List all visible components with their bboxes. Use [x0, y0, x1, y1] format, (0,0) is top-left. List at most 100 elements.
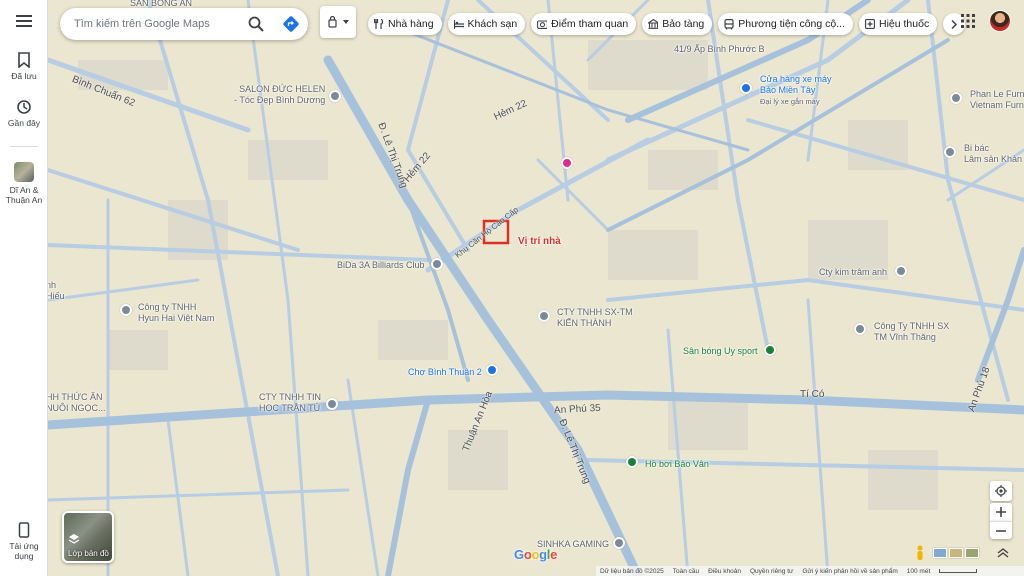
map-footer: Dữ liệu bản đồ ©2025 Toàn cầu Điều khoản… — [596, 566, 1024, 576]
global-link[interactable]: Toàn cầu — [673, 568, 699, 575]
map-pin[interactable] — [561, 157, 573, 169]
traffic-layer-thumb[interactable] — [949, 548, 963, 558]
poi-label[interactable]: Bi bác Lâm sản Khản — [964, 143, 1022, 165]
pegman-icon[interactable] — [915, 545, 925, 561]
chip-label: Khách sạn — [467, 18, 518, 30]
poi-label[interactable]: Cửa hàng xe máy Bảo Miền Tây — [760, 74, 832, 96]
museum-icon — [648, 19, 659, 29]
map-pin[interactable] — [613, 537, 625, 549]
bed-icon — [453, 19, 464, 29]
scale-text[interactable]: 100 mét — [907, 568, 931, 575]
recent-button[interactable]: Gần đây — [0, 99, 48, 128]
map-pin[interactable] — [740, 82, 752, 94]
google-logo: Google — [514, 547, 558, 562]
pharmacy-icon — [865, 19, 875, 29]
get-app-button[interactable]: Tải ứng dụng — [0, 522, 48, 561]
chevron-right-icon — [951, 19, 958, 29]
layers-button[interactable]: Lớp bản đồ — [62, 511, 114, 563]
hamburger-icon — [16, 15, 32, 27]
fork-knife-icon — [374, 19, 384, 29]
map-pin[interactable] — [895, 265, 907, 277]
scale-bar — [939, 569, 978, 573]
camera-icon — [537, 19, 548, 29]
chip-label: Hiệu thuốc — [879, 18, 930, 30]
directions-icon[interactable] — [282, 15, 300, 33]
map-pin[interactable] — [120, 304, 132, 316]
chip-label: Điểm tham quan — [551, 18, 629, 30]
poi-label[interactable]: Chợ Bình Thuận 2 — [408, 367, 482, 378]
poi-label[interactable]: CTY TNHH TIN HỌC TRẦN TÚ — [259, 392, 321, 414]
terms-link[interactable]: Điều khoản — [708, 568, 741, 575]
map-data-text[interactable]: Dữ liệu bản đồ ©2025 — [600, 568, 664, 575]
poi-label[interactable]: Phan Le Furn Vietnam Furn — [970, 89, 1024, 111]
map-pin[interactable] — [538, 310, 550, 322]
terrain-layer-thumb[interactable] — [933, 548, 947, 558]
road-label: Tí Có — [800, 389, 825, 400]
get-app-label: Tải ứng dụng — [9, 541, 39, 561]
plus-icon — [996, 507, 1006, 517]
apps-grid-icon[interactable] — [961, 14, 975, 28]
zoom-out-button[interactable] — [990, 521, 1012, 539]
poi-label[interactable]: BiDa 3A Billiards Club — [337, 260, 425, 271]
map-pin[interactable] — [854, 323, 866, 335]
search-icon[interactable] — [248, 16, 264, 32]
left-sidebar: Đã lưu Gần đây Dĩ An & Thuận An Tải ứng … — [0, 0, 48, 576]
map-pin[interactable] — [329, 90, 341, 102]
map-pin[interactable] — [944, 146, 956, 158]
privacy-link[interactable]: Quyền riêng tư — [750, 568, 793, 575]
transit-lock-icon — [327, 16, 337, 28]
poi-label[interactable]: Hồ bơi Bảo Vân — [645, 459, 709, 470]
recent-label: Gần đây — [7, 118, 41, 128]
map-pin[interactable] — [950, 92, 962, 104]
layers-label: Lớp bản đồ — [68, 549, 109, 558]
map-pin[interactable] — [326, 398, 338, 410]
marker-label[interactable]: Vị trí nhà — [518, 236, 561, 247]
saved-label: Đã lưu — [11, 71, 37, 81]
avatar[interactable] — [989, 10, 1011, 32]
chip-attractions[interactable]: Điểm tham quan — [531, 13, 637, 35]
chip-transit[interactable]: Phương tiện công cộ... — [718, 13, 853, 35]
chip-pharmacy[interactable]: Hiệu thuốc — [859, 13, 938, 35]
poi-label: nh Hiếu — [48, 280, 65, 301]
search-box — [60, 8, 308, 40]
recent-place-label: Dĩ An & Thuận An — [5, 185, 43, 205]
chip-museums[interactable]: Bảo tàng — [642, 13, 713, 35]
minus-icon — [996, 529, 1006, 532]
feedback-link[interactable]: Gửi ý kiến phản hồi về sản phẩm — [802, 568, 897, 575]
map-pin[interactable] — [764, 344, 776, 356]
bus-icon — [724, 18, 734, 29]
map-canvas[interactable]: Bình Chuẩn 62 Hẻm 22 Hẻm 22 Đ. Lê Thị Tr… — [48, 0, 1024, 576]
map-pin[interactable] — [486, 364, 498, 376]
poi-label: Đại lý xe gắn máy — [760, 97, 820, 106]
poi-label[interactable]: CTY TNHH SX-TM KIẾN THÀNH — [557, 307, 633, 329]
language-toggle[interactable] — [320, 6, 356, 38]
map-pin[interactable] — [431, 258, 443, 270]
menu-button[interactable] — [0, 14, 48, 28]
chevron-up-icon[interactable] — [997, 548, 1009, 558]
poi-label[interactable]: SALON ĐỨC HELEN - Tóc Đẹp Bình Dương — [234, 84, 325, 106]
divider — [10, 146, 38, 147]
map-pin[interactable] — [626, 456, 638, 468]
category-chips: Nhà hàng Khách sạn Điểm tham quan Bảo tà… — [368, 13, 966, 35]
chip-label: Bảo tàng — [662, 18, 705, 30]
poi-label: HH THỨC ĂN NUÔI NGỌC... — [48, 392, 106, 413]
bookmark-icon — [18, 52, 30, 68]
search-input[interactable] — [60, 18, 240, 30]
saved-button[interactable]: Đã lưu — [0, 52, 48, 81]
recent-place-button[interactable]: Dĩ An & Thuận An — [0, 162, 48, 205]
chip-restaurants[interactable]: Nhà hàng — [368, 13, 442, 35]
my-location-button[interactable] — [990, 481, 1012, 501]
phone-icon — [18, 522, 30, 538]
place-thumbnail — [14, 162, 34, 182]
chip-hotels[interactable]: Khách sạn — [447, 13, 526, 35]
biking-layer-thumb[interactable] — [965, 548, 979, 558]
poi-label[interactable]: Công Ty TNHH SX TM Vĩnh Thăng — [874, 321, 949, 343]
poi-label[interactable]: Cty kim trâm anh — [819, 267, 887, 278]
zoom-in-button[interactable] — [990, 503, 1012, 521]
map-roads — [48, 0, 1024, 576]
poi-label[interactable]: Công ty TNHH Hyun Hai Việt Nam — [138, 302, 214, 324]
poi-label[interactable]: Sân bóng Uy sport — [683, 346, 758, 357]
crosshair-icon — [995, 485, 1007, 497]
history-icon — [17, 100, 31, 114]
poi-label: 41/9 Ấp Bình Phước B — [674, 44, 765, 54]
